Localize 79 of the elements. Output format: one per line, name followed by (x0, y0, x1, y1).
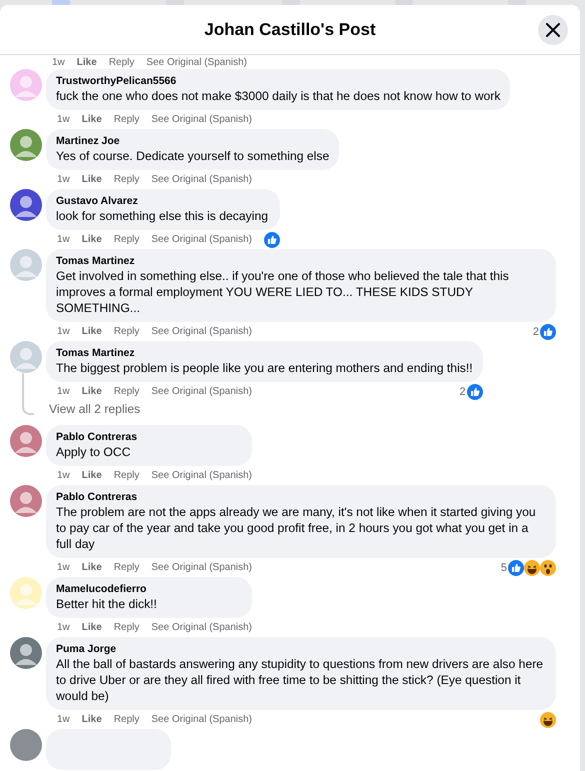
thread-line (22, 373, 34, 415)
like-link[interactable]: Like (82, 622, 102, 633)
comment-author[interactable]: TrustworthyPelican5566 (56, 74, 500, 88)
laughing-emoji-icon (524, 560, 540, 576)
comment-text: All the ball of bastards answering any stupidity to questions from new drivers are also here to drive Uber or are they all fired with free time to be shitting the stick? (Eye question it would be) (56, 656, 544, 704)
comment-time[interactable]: 1w (57, 234, 70, 245)
see-original-link[interactable]: See Original (Spanish) (151, 470, 252, 481)
comment-text: Better hit the dick!! (56, 596, 158, 612)
avatar[interactable] (10, 189, 42, 221)
comment-text: fuck the one who does not make $3000 daily is that he does not know how to work (56, 88, 500, 104)
like-link[interactable]: Like (82, 386, 102, 397)
see-original-link[interactable]: See Original (Spanish) (151, 234, 252, 245)
like-link[interactable]: Like (82, 714, 102, 725)
laughing-emoji-icon (540, 712, 556, 728)
reply-link[interactable]: Reply (114, 174, 140, 185)
comment-author[interactable]: Martinez Joe (56, 134, 330, 148)
like-reaction-icon (264, 232, 280, 248)
comment-text: Get involved in something else.. if you're one of those who believed the tale that this improves a formal employment YOU WERE LIED TO... THESE KIDS STUDY SOMETHING... (56, 268, 510, 316)
see-original-link[interactable]: See Original (Spanish) (146, 56, 247, 68)
like-link[interactable]: Like (82, 562, 102, 573)
like-link[interactable]: Like (82, 114, 102, 125)
like-link[interactable]: Like (82, 174, 102, 185)
see-original-link[interactable]: See Original (Spanish) (151, 174, 252, 185)
like-link[interactable]: Like (82, 470, 102, 481)
comment-time[interactable]: 1w (57, 714, 70, 725)
comment-time[interactable]: 1w (52, 56, 65, 68)
reply-link[interactable]: Reply (114, 562, 140, 573)
reply-link[interactable]: Reply (114, 714, 140, 725)
comment-time[interactable]: 1w (57, 174, 70, 185)
like-reaction-icon (508, 560, 524, 576)
reply-link[interactable]: Reply (114, 234, 140, 245)
avatar[interactable] (10, 485, 42, 517)
avatar[interactable] (10, 425, 42, 457)
comment-author[interactable]: Gustavo Alvarez (56, 194, 270, 208)
see-original-link[interactable]: See Original (Spanish) (151, 386, 252, 397)
reply-link[interactable]: Reply (114, 470, 140, 481)
like-link[interactable]: Like (76, 56, 97, 68)
comment-author[interactable]: Pablo Contreras (56, 430, 242, 444)
see-original-link[interactable]: See Original (Spanish) (151, 326, 252, 337)
comment-time[interactable]: 1w (57, 326, 70, 337)
see-original-link[interactable]: See Original (Spanish) (151, 714, 252, 725)
comment-author[interactable]: Tomas Martinez (56, 254, 546, 268)
comment-text: The biggest problem is people like you are entering mothers and ending this!! (56, 360, 473, 376)
view-replies-link[interactable]: View all 2 replies (41, 401, 483, 424)
comment-text: Apply to OCC (56, 444, 132, 460)
reply-link[interactable]: Reply (114, 622, 140, 633)
see-original-link[interactable]: See Original (Spanish) (151, 114, 252, 125)
like-link[interactable]: Like (82, 234, 102, 245)
like-reaction-icon (540, 324, 556, 340)
comment-time[interactable]: 1w (57, 562, 70, 573)
reply-link[interactable]: Reply (114, 114, 140, 125)
like-reaction-icon (466, 384, 483, 400)
comment-time[interactable]: 1w (57, 470, 70, 481)
reply-link[interactable]: Reply (114, 326, 140, 337)
dialog-title: Johan Castillo's Post (204, 20, 376, 40)
avatar[interactable] (10, 637, 42, 669)
comment-author[interactable]: Puma Jorge (56, 642, 546, 656)
like-link[interactable]: Like (82, 326, 102, 337)
comment-author[interactable]: Mamelucodefierro (56, 582, 242, 596)
comment-time[interactable]: 1w (57, 622, 70, 633)
close-button[interactable] (538, 15, 568, 45)
reaction-count[interactable]: 2 (532, 326, 539, 338)
surprised-emoji-icon (540, 560, 556, 576)
reply-link[interactable]: Reply (108, 56, 134, 68)
reaction-count[interactable]: 5 (500, 562, 507, 574)
avatar[interactable] (10, 729, 42, 761)
comment-time[interactable]: 1w (57, 114, 70, 125)
comment-text: look for something else this is decaying (56, 208, 270, 224)
avatar[interactable] (10, 129, 42, 161)
reply-link[interactable]: Reply (114, 386, 140, 397)
comment-author[interactable]: Pablo Contreras (56, 490, 546, 504)
reaction-count[interactable]: 2 (460, 386, 466, 398)
see-original-link[interactable]: See Original (Spanish) (151, 622, 252, 633)
close-icon (546, 23, 560, 37)
comment-text: The problem are not the apps already we are many, it's not like when it started giving you to pay car of the year and take you good profit free, in 2 hours you got what you get in a full day (56, 504, 537, 552)
comment-time[interactable]: 1w (57, 386, 70, 397)
comment-text: Yes of course. Dedicate yourself to something else (56, 148, 330, 164)
see-original-link[interactable]: See Original (Spanish) (151, 562, 252, 573)
comment-author[interactable]: Tomas Martinez (56, 346, 473, 360)
